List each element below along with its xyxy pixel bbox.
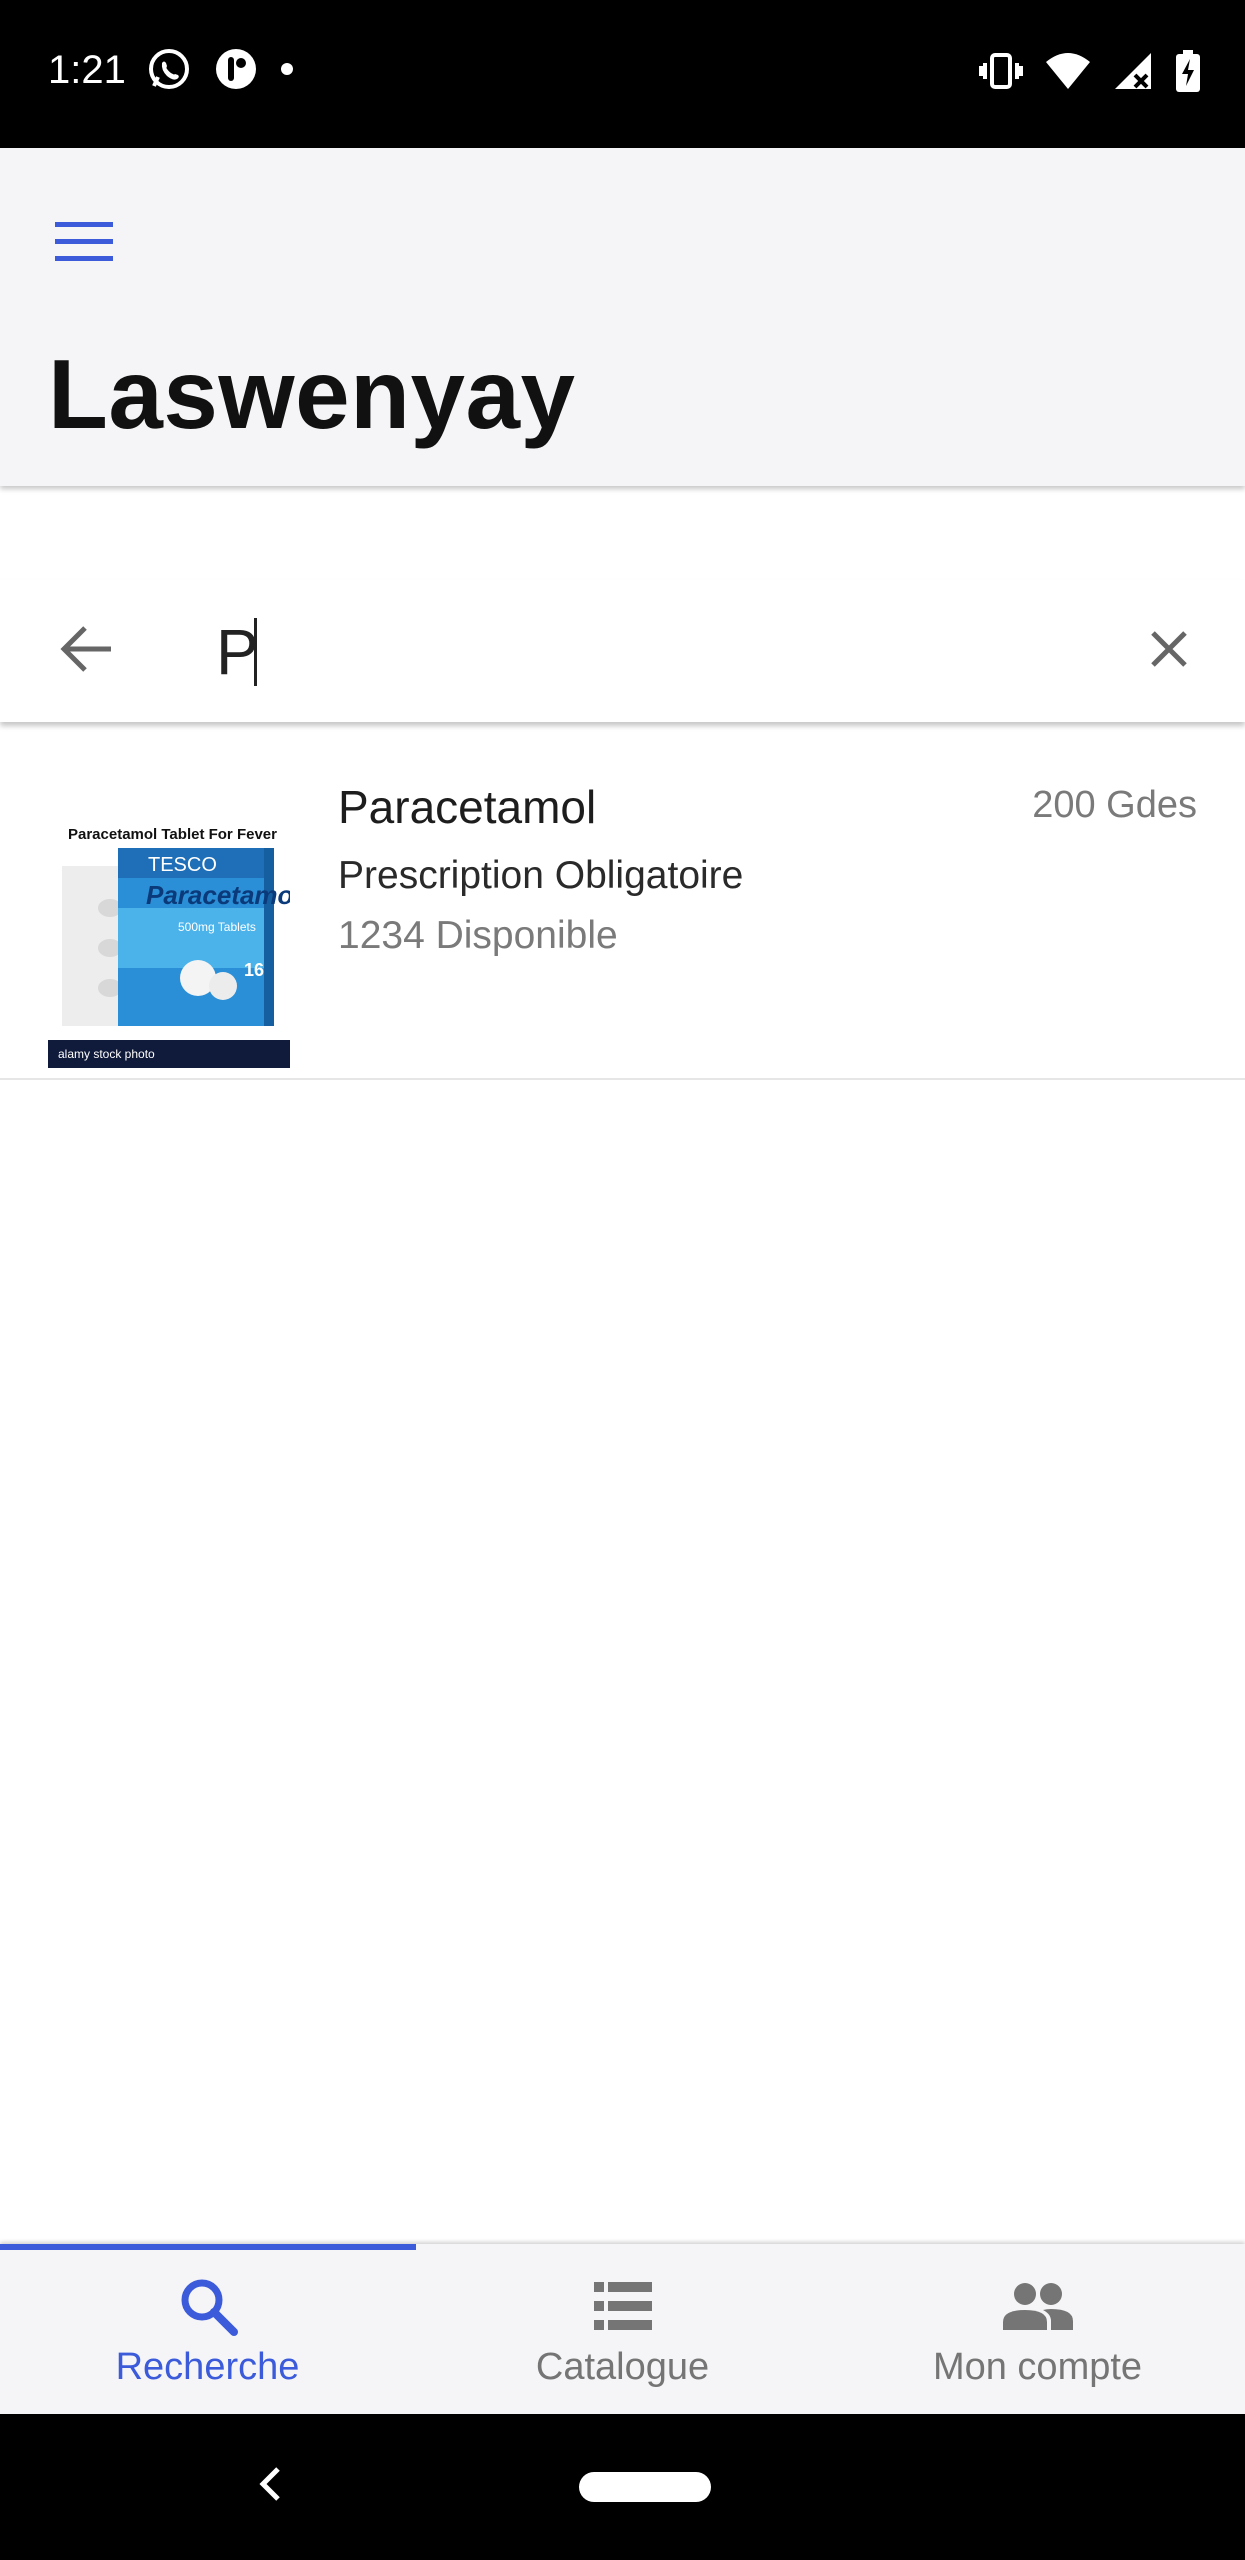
product-image-caption: Paracetamol Tablet For Fever xyxy=(68,826,277,843)
dot-icon xyxy=(280,62,294,81)
people-icon xyxy=(1002,2274,1074,2338)
search-back-button[interactable] xyxy=(40,605,132,697)
tab-catalogue-label: Catalogue xyxy=(535,2346,710,2388)
tab-catalogue[interactable]: Catalogue xyxy=(415,2244,830,2414)
status-bar: 1:21 xyxy=(0,0,1245,148)
tab-recherche[interactable]: Recherche xyxy=(0,2244,415,2414)
product-image-watermark: alamy stock photo xyxy=(48,1040,290,1068)
whatsapp-icon xyxy=(146,46,192,97)
system-navigation-bar xyxy=(0,2414,1245,2560)
signal-icon xyxy=(1113,51,1153,96)
app-bar: Laswenyay xyxy=(0,148,1245,486)
app-title: Laswenyay xyxy=(48,339,576,449)
arrow-back-icon xyxy=(59,624,113,679)
system-back-button[interactable] xyxy=(244,2454,296,2518)
wifi-icon xyxy=(1045,52,1091,95)
status-system-icons xyxy=(979,50,1201,97)
chevron-left-icon xyxy=(258,2466,282,2507)
tab-mon-compte[interactable]: Mon compte xyxy=(830,2244,1245,2414)
product-prescription: Prescription Obligatoire xyxy=(338,854,744,897)
menu-button[interactable] xyxy=(40,200,128,288)
product-image-product: Paracetamol xyxy=(146,880,290,910)
product-name: Paracetamol xyxy=(338,781,597,833)
battery-charging-icon xyxy=(1175,50,1201,97)
search-icon xyxy=(172,2274,244,2338)
results-list: Paracetamol Tablet For Fever TESCO Parac… xyxy=(0,730,1245,1080)
tab-mon-compte-label: Mon compte xyxy=(932,2346,1143,2388)
bottom-navigation: Recherche Catalogue Mon compte xyxy=(0,2244,1245,2414)
vibrate-icon xyxy=(979,51,1023,96)
list-icon xyxy=(587,2274,659,2338)
status-time: 1:21 xyxy=(48,48,126,92)
product-image: Paracetamol Tablet For Fever TESCO Parac… xyxy=(48,808,290,1068)
tab-recherche-label: Recherche xyxy=(115,2346,300,2388)
search-bar xyxy=(0,580,1245,722)
list-item[interactable]: Paracetamol Tablet For Fever TESCO Parac… xyxy=(0,730,1245,1080)
search-clear-button[interactable] xyxy=(1123,605,1215,697)
system-home-button[interactable] xyxy=(579,2472,711,2502)
status-notification-icons xyxy=(146,46,294,97)
search-input[interactable] xyxy=(216,610,1116,694)
product-image-dose: 500mg Tablets xyxy=(178,920,256,934)
product-price: 200 Gdes xyxy=(1032,784,1197,826)
product-image-brand: TESCO xyxy=(148,854,217,876)
product-image-count: 16 xyxy=(244,960,265,980)
app-notification-icon xyxy=(214,47,258,96)
hamburger-menu-icon xyxy=(55,221,113,267)
product-stock: 1234 Disponible xyxy=(338,914,618,957)
text-cursor xyxy=(254,618,257,686)
close-icon xyxy=(1149,629,1189,674)
